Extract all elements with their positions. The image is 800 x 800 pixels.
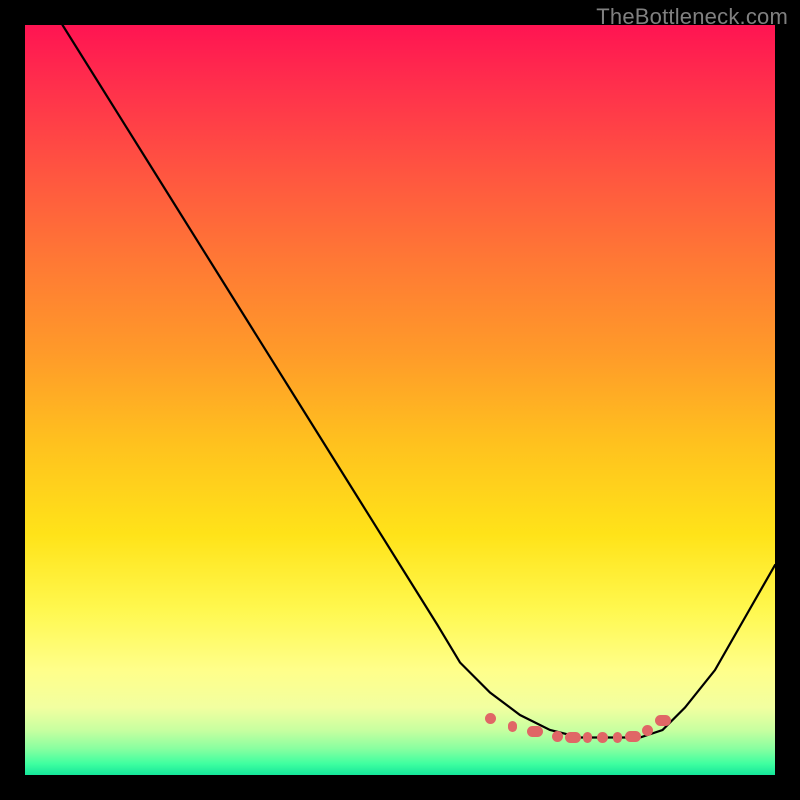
optimal-marker xyxy=(613,732,622,743)
optimal-marker xyxy=(485,713,496,724)
optimal-marker xyxy=(642,725,653,736)
optimal-marker xyxy=(583,732,592,743)
optimal-marker xyxy=(527,726,543,737)
optimal-marker xyxy=(597,732,608,743)
optimal-marker xyxy=(625,731,641,742)
bottleneck-curve xyxy=(25,25,775,775)
curve-path xyxy=(63,25,776,738)
optimal-marker xyxy=(552,731,563,742)
plot-area xyxy=(25,25,775,775)
chart-frame: TheBottleneck.com xyxy=(0,0,800,800)
optimal-marker xyxy=(508,721,517,732)
optimal-marker xyxy=(655,715,671,726)
optimal-marker xyxy=(565,732,581,743)
watermark-text: TheBottleneck.com xyxy=(596,4,788,30)
